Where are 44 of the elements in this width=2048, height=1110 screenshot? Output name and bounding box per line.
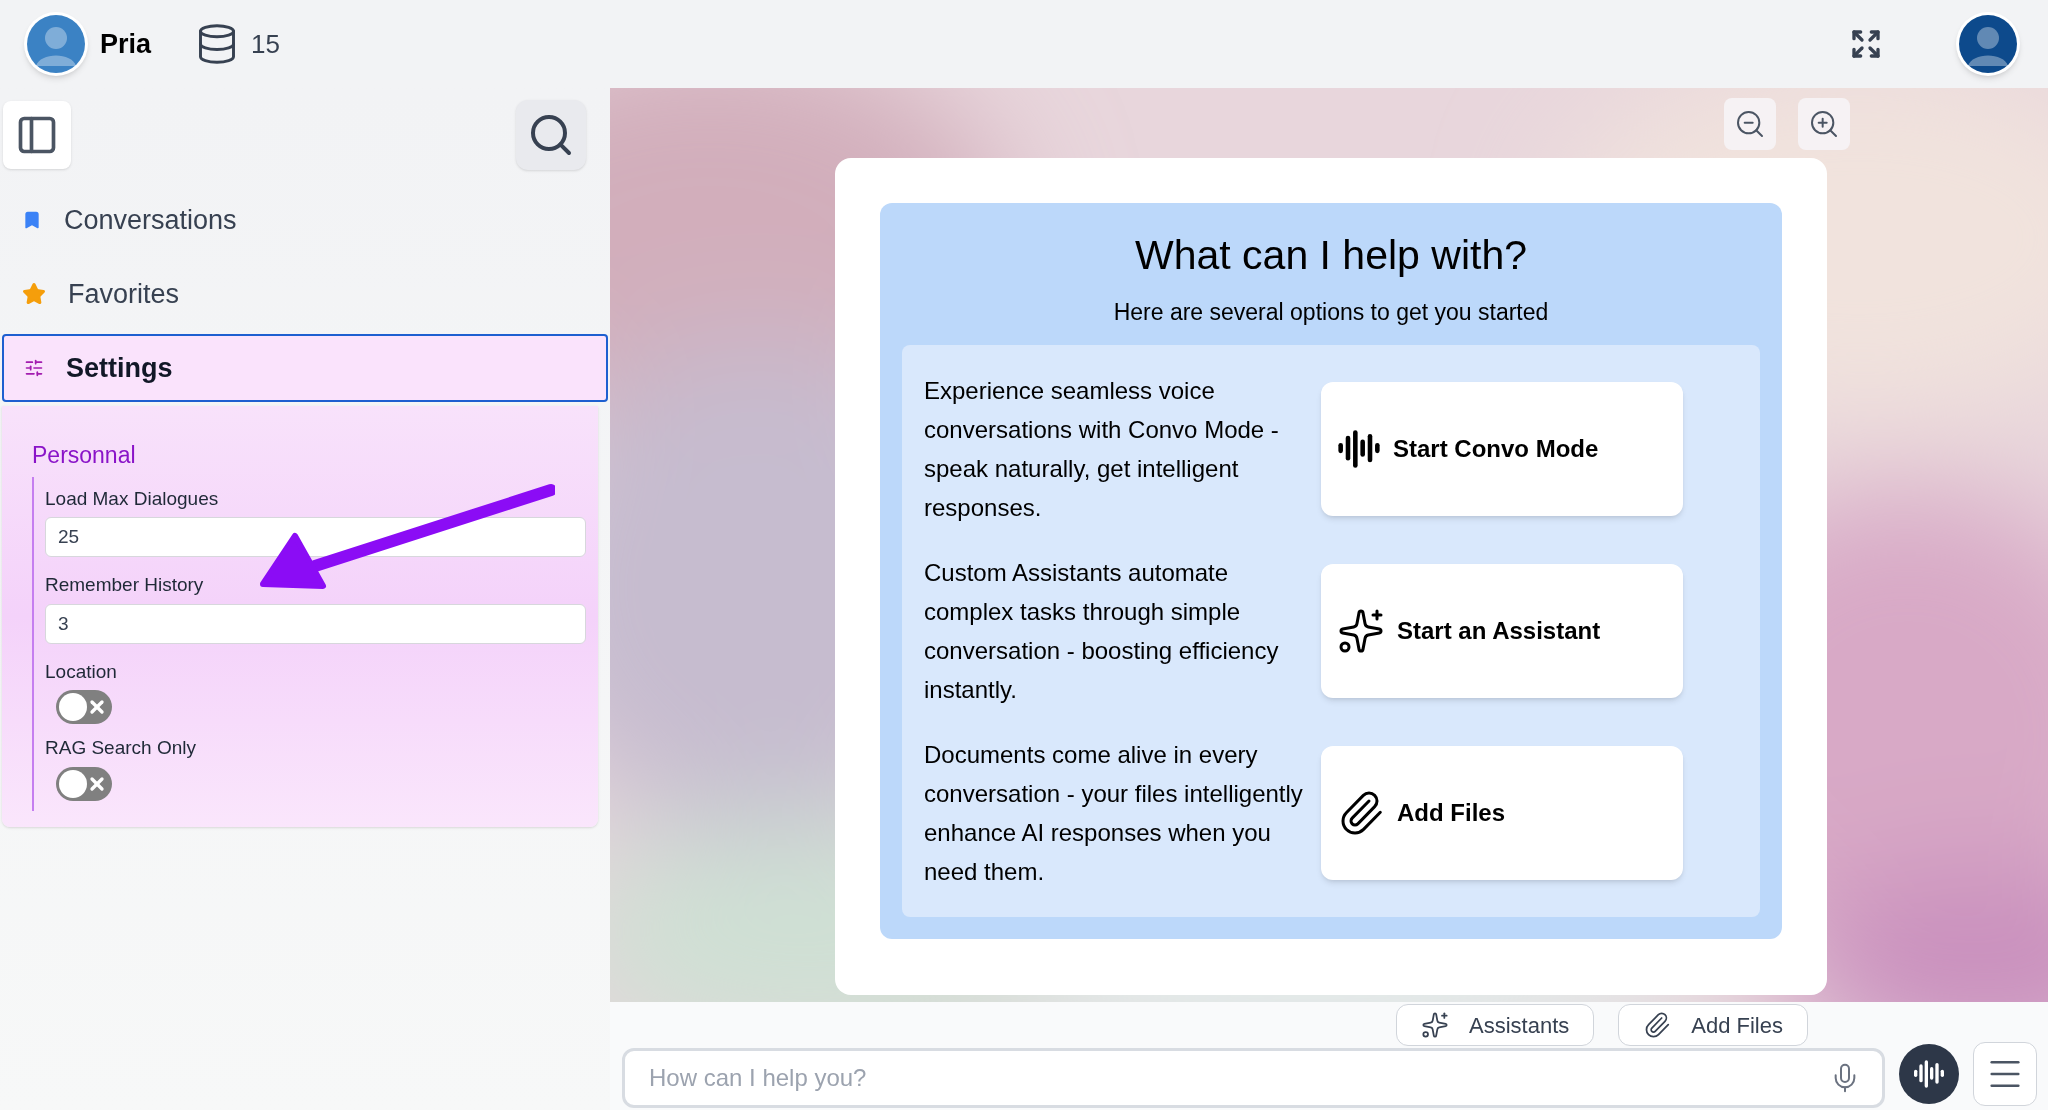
sparkles-icon	[1421, 1011, 1449, 1039]
zoom-in-icon	[1808, 108, 1840, 140]
sidebar-item[interactable]: Settings	[2, 334, 608, 402]
input-field[interactable]: 3	[45, 603, 586, 644]
welcome-title: What can I help with?	[1135, 231, 1527, 280]
chip-button[interactable]: Assistants	[1396, 1004, 1595, 1046]
avatar[interactable]	[24, 12, 88, 76]
option-description: Experience seamless voice conversations with Convo Mode - speak naturally, get intelligent responses.	[924, 376, 1280, 523]
field-label: Location	[45, 659, 118, 684]
option-button[interactable]: Start Convo Mode	[1321, 382, 1683, 516]
menu-button[interactable]	[1973, 1042, 2037, 1106]
sliders-icon	[24, 358, 44, 378]
option-button[interactable]: Add Files	[1321, 746, 1683, 880]
message-input[interactable]: How can I help you?	[622, 1048, 1885, 1108]
paperclip-icon	[1643, 1011, 1672, 1039]
audio-wave-icon	[1337, 427, 1381, 471]
credit-count: 15	[251, 27, 280, 61]
input-field[interactable]: 25	[45, 517, 586, 557]
voice-button[interactable]	[1899, 1044, 1959, 1104]
x-icon	[87, 697, 107, 717]
zoom-in-button[interactable]	[1798, 98, 1850, 150]
zoom-out-button[interactable]	[1724, 98, 1776, 150]
option-button[interactable]: Start an Assistant	[1321, 564, 1683, 698]
option-description: Documents come alive in every conversation - your files intelligently enhance AI responses when you need them.	[924, 740, 1304, 887]
sidebar-item[interactable]: Conversations	[2, 186, 608, 254]
star-icon	[22, 282, 46, 306]
audio-wave-icon	[1913, 1058, 1945, 1090]
sidebar-toggle-button[interactable]	[3, 101, 71, 169]
welcome-subtitle: Here are several options to get you started	[1113, 297, 1549, 327]
field-label: Remember History	[45, 573, 205, 597]
field-label: RAG Search Only	[45, 736, 197, 760]
toggle-switch[interactable]	[56, 766, 112, 801]
sparkles-icon	[1337, 607, 1385, 655]
option-description: Custom Assistants automate complex tasks through simple conversation - boosting efficiency instantly.	[924, 558, 1280, 705]
section-title: Personnal	[32, 441, 137, 470]
sidebar-item[interactable]: Favorites	[2, 260, 608, 328]
field-label: Load Max Dialogues	[45, 486, 220, 511]
zoom-out-icon	[1734, 108, 1766, 140]
chip-button[interactable]: Add Files	[1618, 1004, 1808, 1046]
toggle-switch[interactable]	[56, 690, 112, 724]
search-button[interactable]	[516, 100, 586, 170]
user-name: Pria	[100, 27, 152, 61]
expand-icon	[1850, 28, 1882, 60]
avatar[interactable]	[1956, 12, 2020, 76]
